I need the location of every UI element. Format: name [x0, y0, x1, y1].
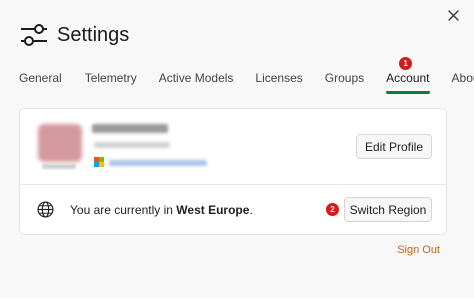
account-card: Edit Profile You are currently in West E…: [19, 108, 447, 235]
tab-account[interactable]: Account 1: [386, 57, 430, 94]
region-text: You are currently in West Europe.: [70, 203, 253, 217]
region-prefix: You are currently in: [70, 202, 177, 217]
globe-icon: [37, 201, 54, 218]
settings-tabs: General Telemetry Active Models Licenses…: [19, 57, 474, 94]
avatar-caption-redacted: [42, 164, 76, 169]
user-email-redacted: [94, 142, 170, 148]
close-icon: [447, 9, 459, 21]
active-tab-indicator: [386, 91, 430, 94]
card-divider: [20, 184, 446, 185]
page-title: Settings: [57, 23, 130, 46]
edit-profile-button[interactable]: Edit Profile: [356, 134, 432, 159]
current-region: West Europe: [176, 202, 250, 217]
user-name-redacted: [92, 124, 168, 133]
sign-out-link[interactable]: Sign Out: [397, 244, 440, 256]
avatar: [38, 124, 82, 162]
account-type-redacted: [109, 160, 207, 166]
tab-telemetry[interactable]: Telemetry: [85, 71, 137, 85]
tab-groups[interactable]: Groups: [325, 71, 364, 85]
tab-about[interactable]: About: [452, 71, 474, 85]
account-tab-badge: 1: [399, 57, 413, 70]
tab-general[interactable]: General: [19, 71, 62, 85]
settings-header: Settings: [20, 22, 129, 48]
tab-active-models[interactable]: Active Models: [159, 71, 234, 85]
switch-region-badge: 2: [326, 203, 339, 216]
tab-account-label: Account: [386, 71, 430, 85]
close-button[interactable]: [444, 6, 462, 24]
region-info: You are currently in West Europe.: [37, 201, 253, 218]
tab-licenses[interactable]: Licenses: [255, 71, 302, 85]
switch-region-button[interactable]: Switch Region: [344, 197, 432, 222]
sliders-icon: [21, 24, 47, 46]
ms-logo-icon: [94, 157, 104, 167]
region-suffix: .: [249, 202, 253, 217]
